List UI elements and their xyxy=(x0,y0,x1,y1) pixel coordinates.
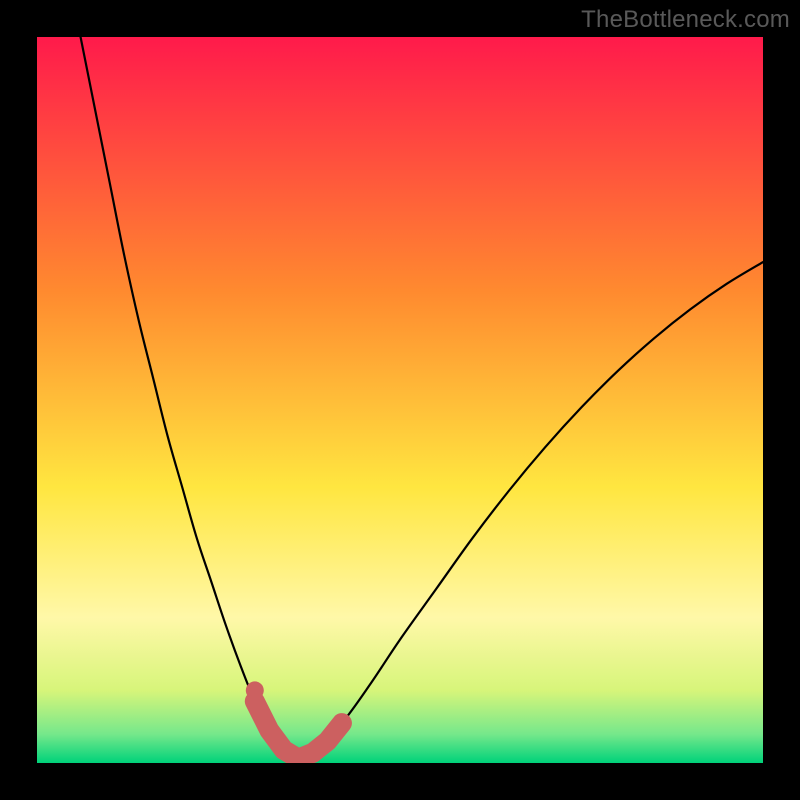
plot-area xyxy=(37,37,763,763)
chart-svg xyxy=(37,37,763,763)
highlight-dot xyxy=(246,681,264,699)
watermark-text: TheBottleneck.com xyxy=(581,6,790,34)
chart-frame: TheBottleneck.com xyxy=(0,0,800,800)
gradient-background xyxy=(37,37,763,763)
